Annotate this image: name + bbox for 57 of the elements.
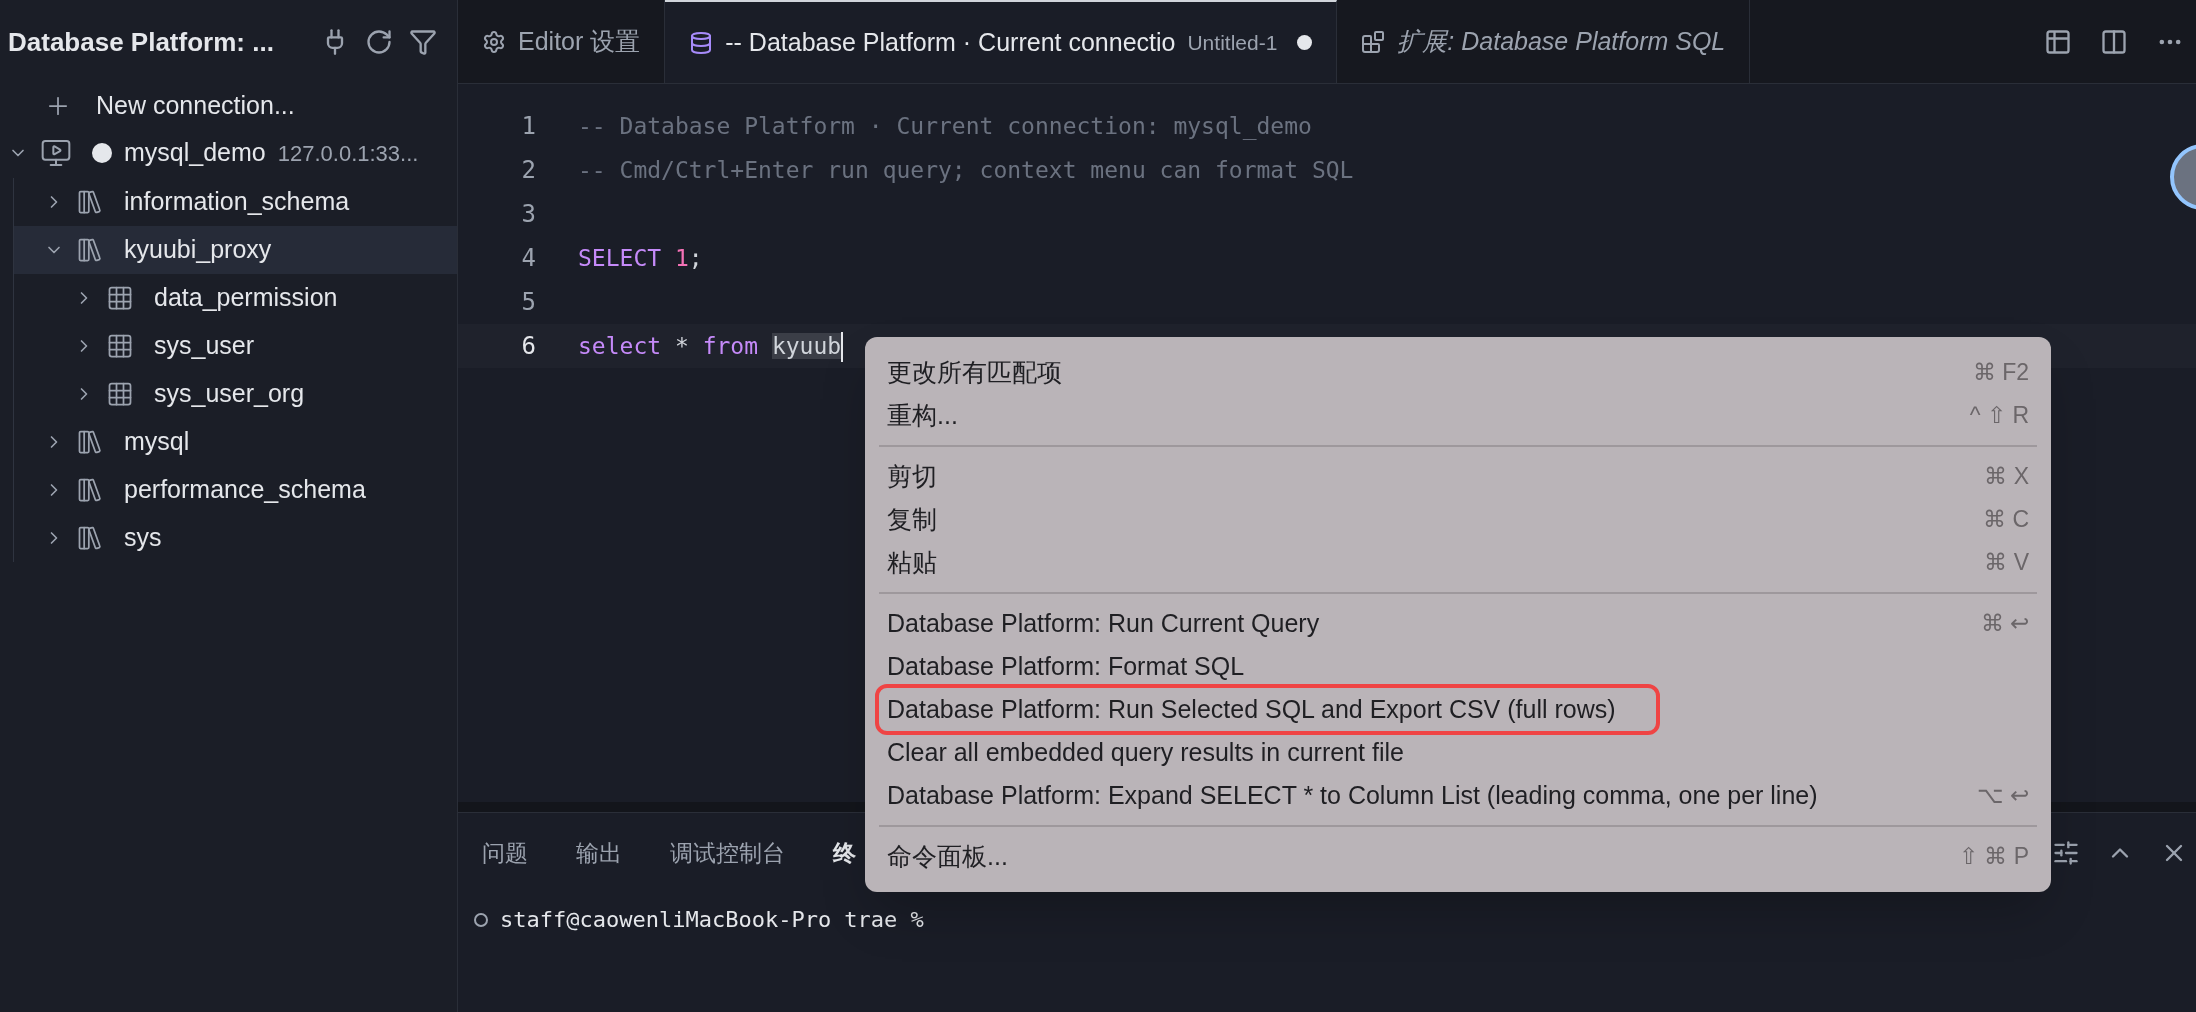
tree-item[interactable]: sys_user_org [14,370,457,418]
line-number: 1 [520,111,536,142]
tree-item[interactable]: performance_schema [14,466,457,514]
connection-item[interactable]: mysql_demo 127.0.0.1:33... [0,128,457,178]
panel-tab[interactable]: 问题 [482,835,528,871]
code-line: select * from kyuub [578,328,844,364]
sidebar-title: Database Platform: ... [8,25,274,59]
shortcut-label: ⌥ ↩ [1976,781,2029,811]
menu-item[interactable]: 剪切 ⌘ X [879,455,2037,498]
line-number: 2 [520,155,536,186]
terminal-prompt: staff@caowenliMacBook-Pro trae % [500,906,924,934]
shortcut-label: ^ ⇧ R [1969,401,2029,431]
code-line: -- Database Platform · Current connection: mysql_demo [578,111,1312,142]
menu-item[interactable]: 粘贴 ⌘ V [879,541,2037,584]
panel-tab[interactable]: 终 [833,835,856,871]
line-number: 5 [520,287,536,318]
shortcut-label: ⌘ V [1984,548,2029,578]
menu-item[interactable]: Database Platform: Expand SELECT * to Column List (leading comma, one per line) ⌥ ↩ [879,774,2037,817]
tree-item[interactable]: information_schema [14,178,457,226]
editor-tab[interactable]: 扩展: Database Platform SQL [1337,0,1751,83]
new-connection-button[interactable]: New connection... [0,84,457,128]
tab-description: Untitled-1 [1187,29,1278,56]
shortcut-label: ⌘ ↩ [1980,609,2029,639]
line-number: 6 [520,331,536,362]
code-line: SELECT 1; [578,243,703,273]
connection-name: mysql_demo [124,137,266,169]
panel-tab[interactable]: 调试控制台 [670,835,785,871]
tree-item[interactable]: data_permission [14,274,457,322]
tree-label: performance_schema [124,474,366,506]
panel-tab[interactable]: 输出 [576,835,622,871]
tree-item[interactable]: kyuubi_proxy [14,226,457,274]
tree-label: data_permission [154,282,338,314]
tree-label: sys_user [154,330,255,362]
code-line: -- Cmd/Ctrl+Enter run query; context menu can format SQL [578,155,1354,185]
menu-item[interactable]: Database Platform: Run Current Query ⌘ ↩ [879,602,2037,645]
menu-item[interactable]: Database Platform: Format SQL [879,645,2037,688]
tree-item[interactable]: mysql [14,418,457,466]
shortcut-label: ⌘ C [1983,505,2029,535]
menu-item[interactable]: 重构... ^ ⇧ R [879,394,2037,437]
connection-host: 127.0.0.1:33... [277,139,419,168]
tree-label: kyuubi_proxy [124,234,272,266]
editor-tab[interactable]: -- Database Platform · Current connectio Untitled-1 [665,0,1338,83]
menu-item[interactable]: 复制 ⌘ C [879,498,2037,541]
tree-item[interactable]: sys [14,514,457,562]
tree-label: mysql [124,426,190,458]
menu-item[interactable]: 更改所有匹配项 ⌘ F2 [879,351,2037,394]
shortcut-label: ⌘ X [1984,462,2029,492]
line-number: 4 [520,243,536,274]
line-number: 3 [520,199,536,230]
tree-label: information_schema [124,186,350,218]
shortcut-label: ⌘ F2 [1972,358,2029,388]
menu-item[interactable]: 命令面板... ⇧ ⌘ P [879,835,2037,878]
tree-label: sys [124,522,162,554]
menu-item[interactable]: Clear all embedded query results in current file [879,731,2037,774]
tree-item[interactable]: sys_user [14,322,457,370]
shortcut-label: ⇧ ⌘ P [1958,842,2029,872]
tree-label: sys_user_org [154,378,305,410]
